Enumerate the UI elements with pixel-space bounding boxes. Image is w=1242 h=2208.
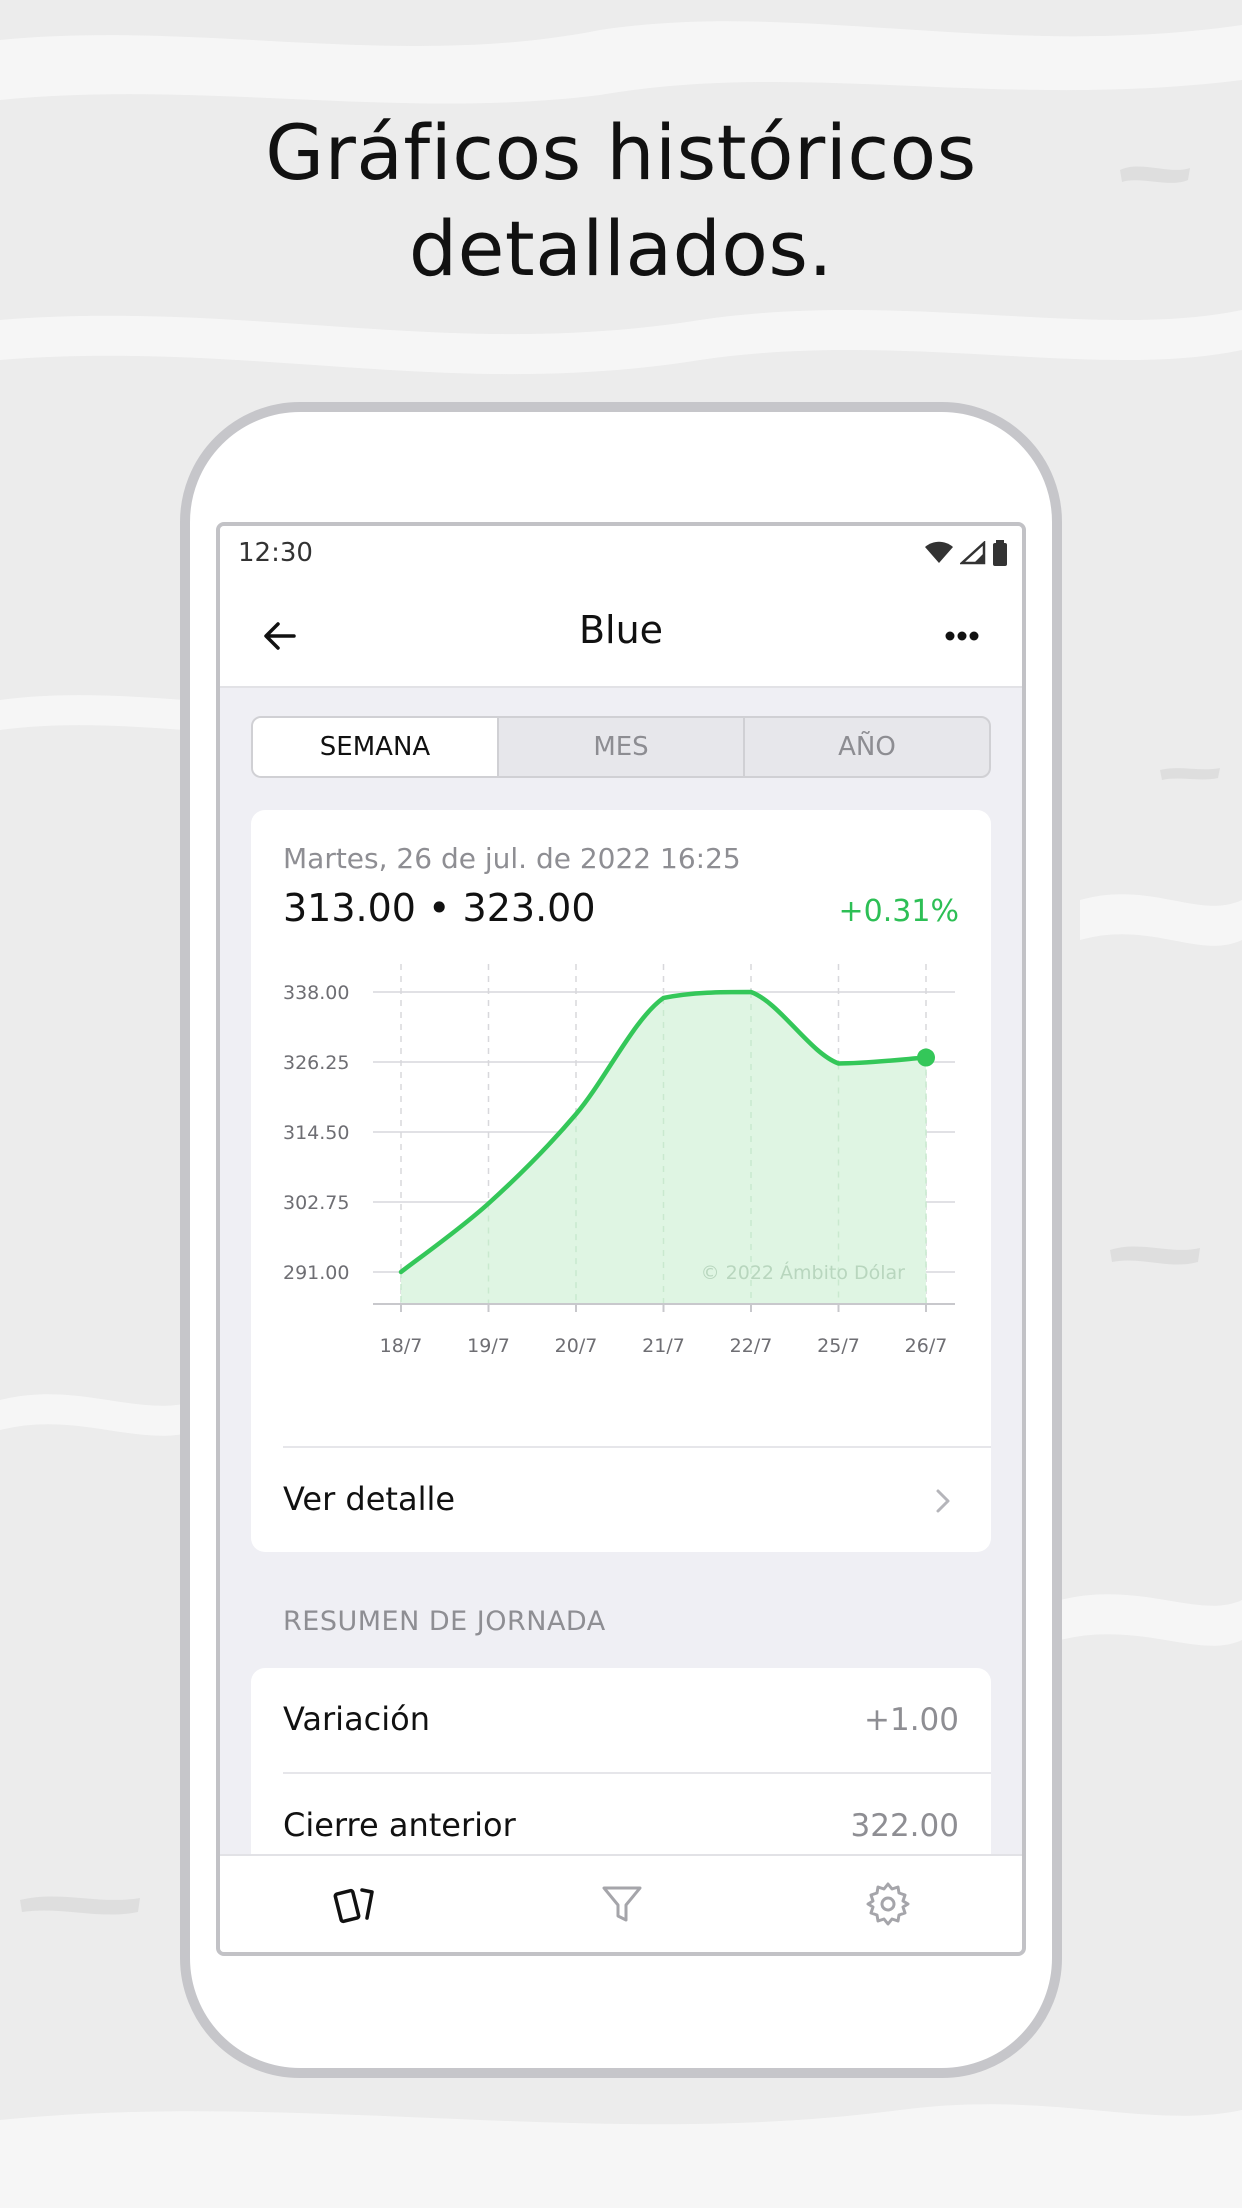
- status-bar: 12:30: [220, 526, 1022, 584]
- status-icons: [924, 540, 1008, 566]
- quote-date: Martes, 26 de jul. de 2022 16:25: [283, 842, 741, 875]
- summary-label: Cierre anterior: [283, 1806, 516, 1844]
- x-tick-label: 19/7: [467, 1335, 510, 1357]
- tab-mes[interactable]: MES: [497, 718, 743, 776]
- tab-semana[interactable]: SEMANA: [253, 718, 497, 776]
- signal-icon: [960, 541, 986, 565]
- summary-label: Variación: [283, 1700, 431, 1738]
- x-tick-label: 21/7: [642, 1335, 685, 1357]
- section-title: RESUMEN DE JORNADA: [283, 1606, 606, 1637]
- headline-line-2: detallados.: [408, 204, 834, 293]
- y-tick-label: 302.75: [283, 1192, 349, 1214]
- last-point-marker: [917, 1048, 935, 1067]
- more-horizontal-icon[interactable]: [942, 618, 982, 654]
- filter-icon[interactable]: [598, 1880, 646, 1928]
- status-time: 12:30: [238, 538, 313, 568]
- arrow-left-icon[interactable]: [260, 616, 300, 656]
- summary-value: 322.00: [850, 1808, 959, 1844]
- y-tick-label: 326.25: [283, 1052, 349, 1074]
- chart-card: Martes, 26 de jul. de 2022 16:25 313.00 …: [251, 810, 991, 1552]
- y-tick-label: 291.00: [283, 1262, 349, 1284]
- price-chart: 338.00 326.25 314.50 302.75 291.00 © 2022 Ámb…: [283, 964, 955, 1357]
- battery-icon: [993, 540, 1007, 566]
- chevron-right-icon: [936, 1489, 950, 1513]
- watermark: © 2022 Ámbito Dólar: [701, 1261, 906, 1284]
- summary-row-variacion: Variación +1.00: [251, 1668, 991, 1774]
- quote-change: +0.31%: [838, 894, 959, 929]
- x-tick-label: 18/7: [380, 1335, 423, 1357]
- tab-ano[interactable]: AÑO: [743, 718, 989, 776]
- headline-line-1: Gráficos históricos: [265, 108, 977, 197]
- y-tick-label: 338.00: [283, 982, 349, 1004]
- bottom-tab-bar: [220, 1854, 1022, 1952]
- y-tick-label: 314.50: [283, 1122, 349, 1144]
- headline: Gráficos históricos detallados.: [0, 105, 1242, 297]
- quote-price: 313.00 • 323.00: [283, 886, 596, 930]
- x-tick-label: 22/7: [730, 1335, 773, 1357]
- x-tick-label: 20/7: [555, 1335, 598, 1357]
- x-tick-label: 25/7: [817, 1335, 860, 1357]
- ver-detalle-row[interactable]: Ver detalle: [251, 1448, 991, 1552]
- wifi-icon: [925, 541, 953, 563]
- x-tick-label: 26/7: [905, 1335, 948, 1357]
- nav-bar: Blue: [220, 584, 1022, 688]
- ver-detalle-label: Ver detalle: [283, 1480, 456, 1518]
- summary-value: +1.00: [864, 1702, 959, 1738]
- page-title: Blue: [578, 608, 664, 652]
- period-segmented-control: SEMANA MES AÑO: [251, 716, 991, 778]
- cards-icon[interactable]: [332, 1880, 380, 1928]
- settings-icon[interactable]: [864, 1880, 912, 1928]
- app-screen: 12:30 Blue SEMANA MES AÑO Martes, 26 de …: [216, 522, 1026, 1956]
